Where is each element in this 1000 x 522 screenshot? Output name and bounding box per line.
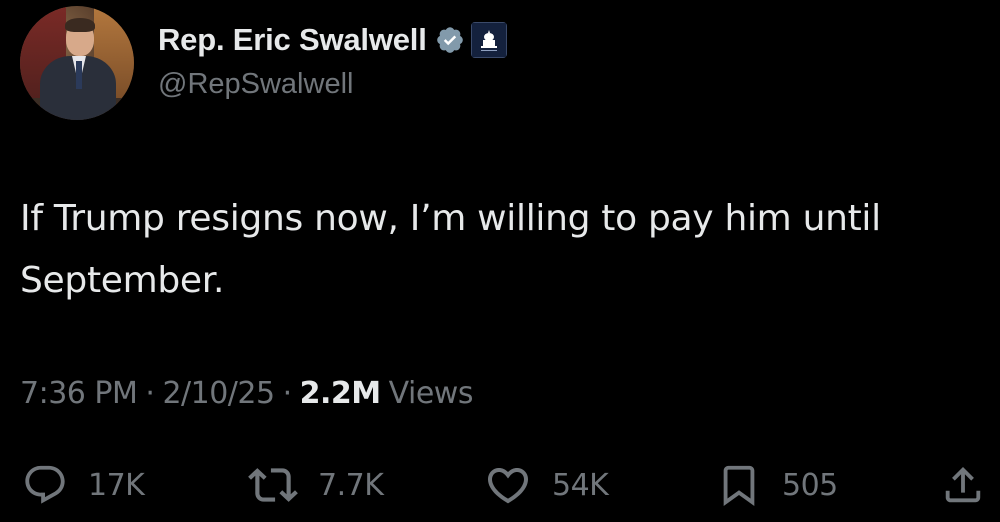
author-name-row: Rep. Eric Swalwell	[158, 18, 507, 62]
repost-button[interactable]: 7.7K	[248, 458, 384, 512]
views-count[interactable]: 2.2M	[300, 376, 382, 411]
heart-icon	[484, 461, 532, 509]
meta-separator: ·	[282, 376, 293, 411]
tweet-meta: 7:36 PM · 2/10/25 · 2.2M Views	[20, 376, 473, 411]
tweet-time[interactable]: 7:36 PM	[20, 376, 138, 411]
verified-badge-icon[interactable]	[435, 25, 465, 55]
reply-button[interactable]: 17K	[22, 458, 145, 512]
repost-icon	[248, 460, 298, 510]
bookmark-count: 505	[782, 467, 838, 503]
bookmark-icon	[716, 462, 762, 508]
author-display-name[interactable]: Rep. Eric Swalwell	[158, 22, 427, 58]
tweet-date[interactable]: 2/10/25	[162, 376, 275, 411]
action-bar: 17K 7.7K 54K 505	[0, 458, 1000, 512]
author-handle[interactable]: @RepSwalwell	[158, 68, 353, 101]
avatar[interactable]	[20, 6, 134, 120]
avatar-tie	[76, 61, 82, 89]
views-label: Views	[388, 376, 474, 411]
like-button[interactable]: 54K	[484, 458, 609, 512]
share-button[interactable]	[940, 458, 986, 512]
bookmark-button[interactable]: 505	[716, 458, 838, 512]
like-count: 54K	[552, 467, 609, 503]
meta-separator: ·	[145, 376, 155, 411]
tweet: Rep. Eric Swalwell @RepSwalwell If Trump…	[0, 0, 1000, 522]
tweet-text: If Trump resigns now, I’m willing to pay…	[20, 198, 881, 301]
reply-icon	[22, 462, 68, 508]
reply-count: 17K	[88, 467, 145, 503]
share-icon	[940, 462, 986, 508]
government-affiliation-icon[interactable]	[470, 22, 507, 58]
repost-count: 7.7K	[318, 467, 384, 503]
avatar-hair	[65, 18, 95, 32]
